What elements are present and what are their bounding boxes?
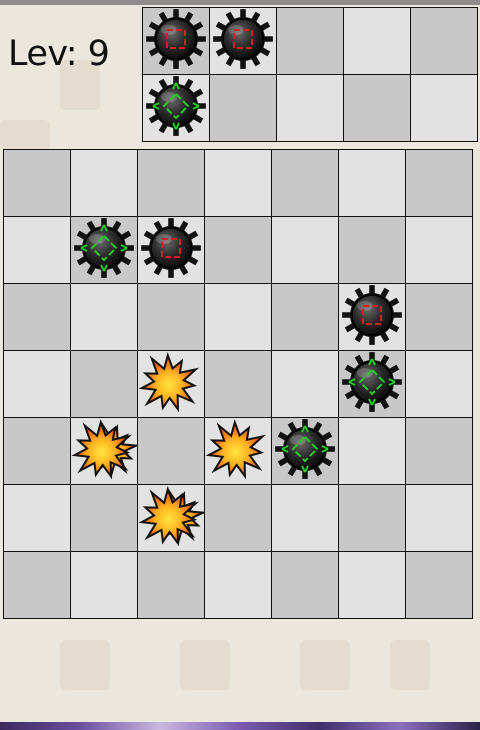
red-mine-piece <box>341 284 403 350</box>
red-mine-icon <box>141 218 201 278</box>
explosion-piece <box>201 412 275 490</box>
board-cell[interactable] <box>138 284 205 351</box>
board-cell[interactable] <box>339 418 406 485</box>
preview-cell <box>411 75 478 142</box>
board-cell[interactable] <box>272 150 339 217</box>
board-cell[interactable] <box>272 351 339 418</box>
board-cell[interactable] <box>4 418 71 485</box>
green-mine-piece <box>145 75 207 141</box>
board-cell[interactable] <box>339 217 406 284</box>
red-mine-icon <box>342 285 402 345</box>
board-cell[interactable] <box>339 284 406 351</box>
board-cell[interactable] <box>272 485 339 552</box>
board-cell[interactable] <box>406 418 473 485</box>
board-cell[interactable] <box>272 552 339 619</box>
board-cell[interactable] <box>138 217 205 284</box>
red-mine-piece <box>145 8 207 74</box>
explosion-icon <box>205 418 267 480</box>
board-cell[interactable] <box>339 485 406 552</box>
board-cell[interactable] <box>272 284 339 351</box>
board-cell[interactable] <box>205 418 272 485</box>
next-pieces-preview <box>142 7 478 142</box>
board-cell[interactable] <box>71 150 138 217</box>
board-cell[interactable] <box>4 150 71 217</box>
preview-cell <box>210 8 277 75</box>
board-cell[interactable] <box>205 284 272 351</box>
board-cell[interactable] <box>406 351 473 418</box>
board-cell[interactable] <box>71 418 140 485</box>
board-cell[interactable] <box>138 485 207 552</box>
board-cell[interactable] <box>71 485 138 552</box>
board-cell[interactable] <box>339 351 406 418</box>
red-mine-piece <box>212 8 274 74</box>
level-indicator: Lev: 9 <box>8 34 110 74</box>
board-cell[interactable] <box>205 485 272 552</box>
board-cell[interactable] <box>205 552 272 619</box>
red-mine-icon <box>146 9 206 69</box>
explosion-piece <box>67 412 141 490</box>
board-cell[interactable] <box>339 552 406 619</box>
preview-cell <box>344 75 411 142</box>
preview-cell <box>277 8 344 75</box>
board-cell[interactable] <box>205 217 272 284</box>
preview-cell <box>277 75 344 142</box>
board-cell[interactable] <box>205 351 272 418</box>
board-cell[interactable] <box>71 284 138 351</box>
preview-cell <box>344 8 411 75</box>
board-cell[interactable] <box>4 485 71 552</box>
board-cell[interactable] <box>138 351 205 418</box>
explosion-icon <box>138 485 207 547</box>
green-mine-piece <box>73 217 135 283</box>
board-cell[interactable] <box>406 552 473 619</box>
explosion-icon <box>71 418 140 480</box>
preview-cell <box>143 8 210 75</box>
board-cell[interactable] <box>138 418 205 485</box>
board-cell[interactable] <box>272 217 339 284</box>
bottom-decor-strip <box>0 722 480 730</box>
explosion-icon <box>138 351 200 413</box>
board-cell[interactable] <box>4 552 71 619</box>
preview-cell <box>411 8 478 75</box>
board-cell[interactable] <box>406 150 473 217</box>
board-cell[interactable] <box>71 351 138 418</box>
red-mine-icon <box>213 9 273 69</box>
red-mine-piece <box>140 217 202 283</box>
preview-cell <box>210 75 277 142</box>
green-mine-icon <box>275 419 335 479</box>
board-cell[interactable] <box>71 217 138 284</box>
green-mine-icon <box>342 352 402 412</box>
board-cell[interactable] <box>406 485 473 552</box>
board-cell[interactable] <box>138 552 205 619</box>
green-mine-icon <box>146 76 206 136</box>
explosion-piece <box>134 345 208 423</box>
top-status-strip <box>0 0 480 5</box>
board-cell[interactable] <box>406 217 473 284</box>
board-cell[interactable] <box>272 418 339 485</box>
green-mine-icon <box>74 218 134 278</box>
board-cell[interactable] <box>4 217 71 284</box>
board-cell[interactable] <box>71 552 138 619</box>
board-cell[interactable] <box>205 150 272 217</box>
board-cell[interactable] <box>339 150 406 217</box>
green-mine-piece <box>341 351 403 417</box>
explosion-piece <box>134 479 208 557</box>
board-cell[interactable] <box>138 150 205 217</box>
green-mine-piece <box>274 418 336 484</box>
preview-cell <box>143 75 210 142</box>
game-board[interactable] <box>3 149 473 619</box>
board-cell[interactable] <box>4 351 71 418</box>
board-cell[interactable] <box>4 284 71 351</box>
board-cell[interactable] <box>406 284 473 351</box>
